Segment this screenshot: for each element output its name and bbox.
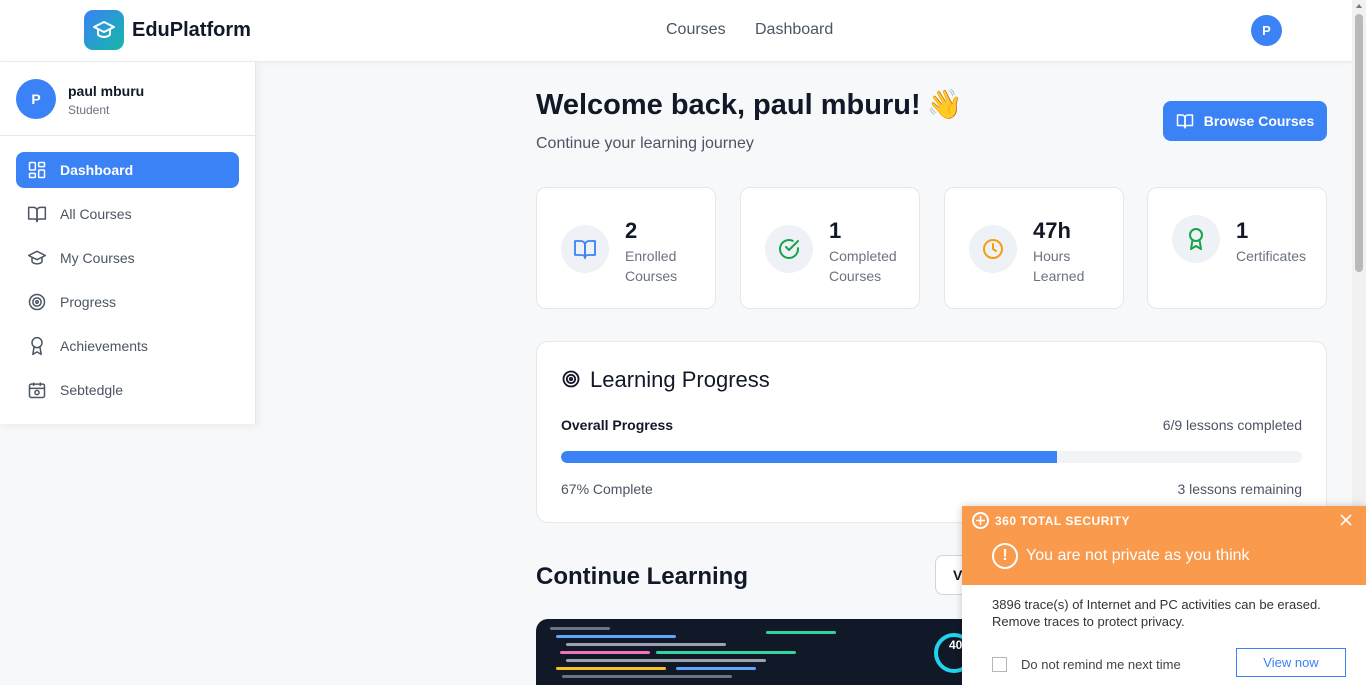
- learning-progress-card: Learning Progress Overall Progress 6/9 l…: [536, 341, 1327, 523]
- scroll-up-arrow-icon[interactable]: [1356, 4, 1362, 8]
- popup-message: 3896 trace(s) of Internet and PC activit…: [992, 597, 1321, 629]
- sidebar-item-my-courses[interactable]: My Courses: [16, 240, 239, 276]
- stat-label: Certificates: [1236, 248, 1307, 264]
- warning-icon: !: [992, 543, 1018, 569]
- popup-header: 360 TOTAL SECURITY ! You are not private…: [962, 506, 1366, 585]
- scrollbar-thumb[interactable]: [1355, 14, 1363, 272]
- book-open-icon: [561, 225, 609, 273]
- sidebar-user-card: P paul mburu Student: [0, 62, 255, 136]
- lessons-completed-text: 6/9 lessons completed: [1162, 417, 1302, 433]
- sidebar-item-label: Dashboard: [60, 162, 134, 178]
- security-popup: 360 TOTAL SECURITY ! You are not private…: [962, 506, 1366, 685]
- book-open-icon: [27, 206, 47, 223]
- user-name: paul mburu: [68, 83, 145, 99]
- code-line: [566, 659, 766, 662]
- clock-icon: [969, 225, 1017, 273]
- check-circle-icon: [765, 225, 813, 273]
- sidebar-item-label: Sebtedgle: [60, 382, 124, 398]
- sidebar-item-progress[interactable]: Progress: [16, 284, 239, 320]
- award-icon: [1172, 215, 1220, 263]
- graduation-cap-icon: [27, 250, 47, 265]
- sidebar-item-schedule[interactable]: Sebtedgle: [16, 372, 239, 408]
- stat-value: 1: [829, 218, 842, 243]
- page-title: Welcome back, paul mburu! 👋: [536, 88, 963, 122]
- browse-courses-label: Browse Courses: [1203, 113, 1315, 129]
- progress-bar-fill: [561, 451, 1058, 463]
- sidebar-item-dashboard[interactable]: Dashboard: [16, 152, 239, 188]
- sidebar: P paul mburu Student Dashboard All Cours…: [0, 62, 256, 424]
- dashboard-grid-icon: [28, 161, 46, 179]
- calendar-icon: [28, 382, 46, 399]
- code-line: [676, 667, 756, 670]
- welcome-text: Welcome back, paul mburu!: [536, 89, 921, 121]
- waving-hand-emoji: 👋: [926, 89, 963, 121]
- stat-label: Completed Courses: [829, 248, 897, 284]
- sidebar-item-label: Progress: [60, 294, 117, 310]
- popup-headline: You are not private as you think: [1026, 547, 1250, 564]
- stat-value: 2: [625, 218, 638, 243]
- stat-value: 47h: [1033, 218, 1071, 243]
- code-line: [550, 627, 610, 630]
- lessons-remaining-text: 3 lessons remaining: [1177, 481, 1302, 497]
- stat-card-certificates: 1 Certificates: [1147, 187, 1327, 309]
- avatar: P: [16, 79, 56, 119]
- code-line: [562, 675, 732, 678]
- stat-card-hours: 47h Hours Learned: [944, 187, 1124, 309]
- sidebar-item-all-courses[interactable]: All Courses: [16, 196, 239, 232]
- do-not-remind-label[interactable]: Do not remind me next time: [1021, 657, 1181, 672]
- code-line: [556, 635, 676, 638]
- award-icon: [31, 336, 43, 356]
- target-icon: [28, 293, 46, 311]
- sidebar-item-label: Achievements: [60, 338, 148, 354]
- sidebar-item-achievements[interactable]: Achievements: [16, 328, 239, 364]
- continue-learning-heading: Continue Learning: [536, 563, 748, 590]
- sidebar-item-label: My Courses: [60, 250, 135, 266]
- target-icon: [562, 370, 580, 388]
- code-line: [560, 651, 650, 654]
- progress-bar: [561, 451, 1302, 463]
- do-not-remind-checkbox[interactable]: [992, 657, 1007, 672]
- stat-label: Hours Learned: [1033, 248, 1085, 284]
- stat-value: 1: [1236, 218, 1249, 243]
- graduation-cap-logo-icon[interactable]: [84, 10, 124, 50]
- stat-card-enrolled: 2 Enrolled Courses: [536, 187, 716, 309]
- page-subtitle: Continue your learning journey: [536, 135, 754, 152]
- view-now-button[interactable]: View now: [1236, 648, 1346, 677]
- user-role: Student: [68, 103, 110, 117]
- code-line: [566, 643, 726, 646]
- nav-dashboard-link[interactable]: Dashboard: [755, 21, 833, 39]
- percent-complete-text: 67% Complete: [561, 481, 653, 497]
- top-navbar: EduPlatform Courses Dashboard P: [0, 0, 1352, 62]
- course-thumbnail[interactable]: [536, 619, 976, 685]
- brand-name[interactable]: EduPlatform: [132, 19, 251, 42]
- sidebar-item-label: All Courses: [60, 206, 132, 222]
- browse-courses-button[interactable]: Browse Courses: [1163, 101, 1327, 141]
- user-avatar-button[interactable]: P: [1251, 15, 1282, 46]
- code-line: [766, 631, 836, 634]
- stat-card-completed: 1 Completed Courses: [740, 187, 920, 309]
- code-line: [656, 651, 796, 654]
- course-progress-badge: 40: [949, 638, 963, 652]
- learning-progress-title: Learning Progress: [590, 367, 770, 392]
- book-open-icon: [1176, 114, 1193, 129]
- stat-label: Enrolled Courses: [625, 248, 678, 284]
- close-icon[interactable]: [1339, 513, 1353, 527]
- overall-progress-label: Overall Progress: [561, 417, 674, 433]
- code-line: [556, 667, 666, 670]
- popup-brand: 360 TOTAL SECURITY: [995, 514, 1131, 528]
- security-logo-icon: [972, 512, 989, 529]
- nav-courses-link[interactable]: Courses: [666, 21, 726, 39]
